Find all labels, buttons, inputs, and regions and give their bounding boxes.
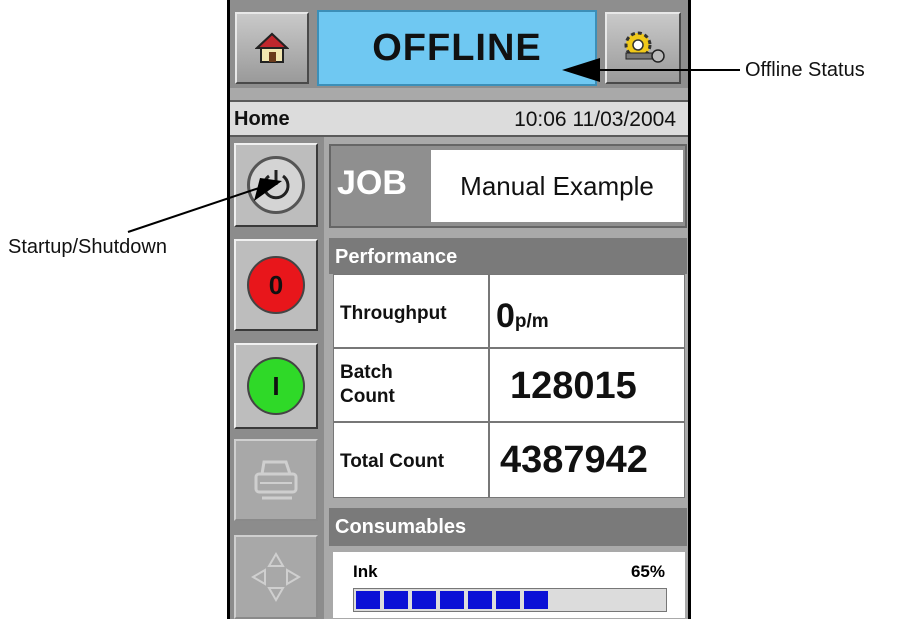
offline-status-annotation: Offline Status (745, 59, 865, 81)
offline-status-arrow (127, 58, 740, 233)
startup-shutdown-annotation: Startup/Shutdown (8, 236, 167, 258)
